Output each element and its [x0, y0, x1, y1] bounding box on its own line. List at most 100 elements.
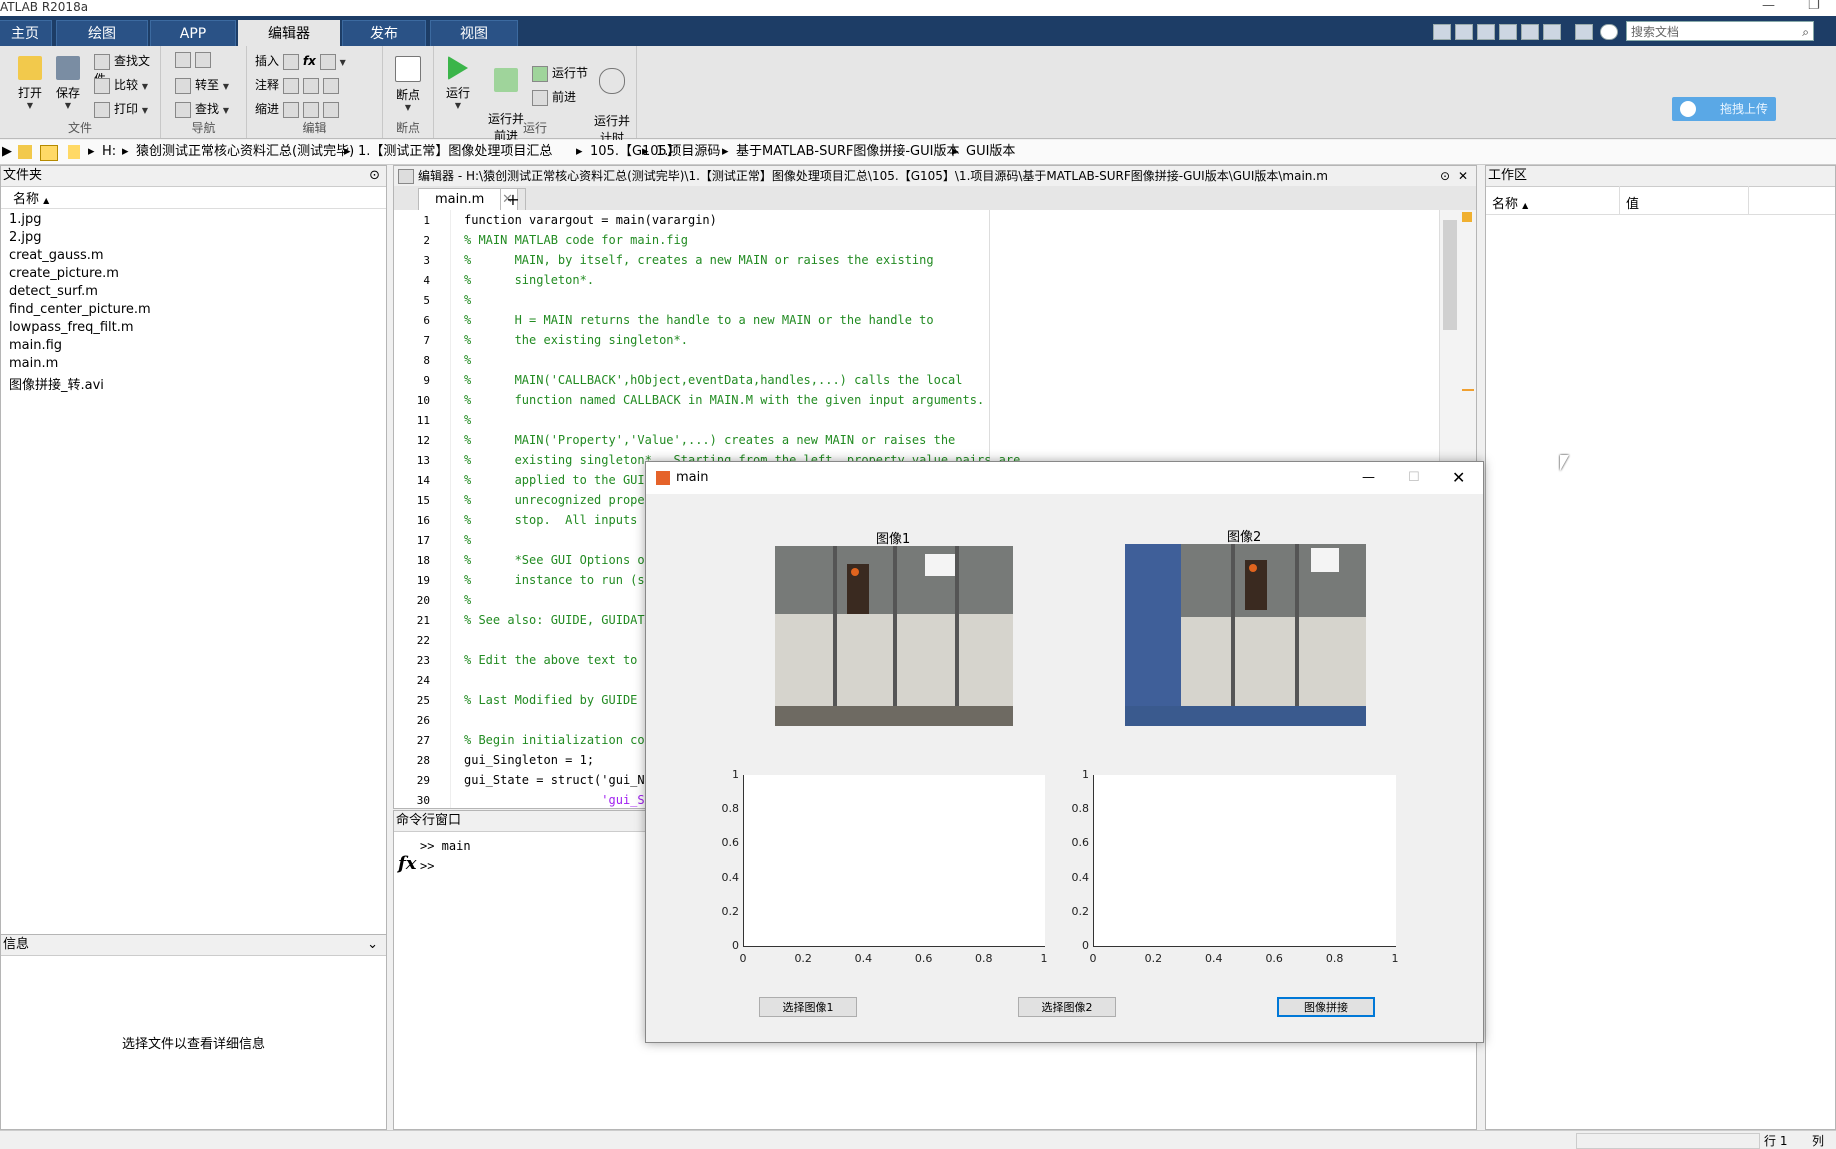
- path-crumb[interactable]: GUI版本: [966, 140, 1015, 164]
- code-line[interactable]: % H = MAIN returns the handle to a new M…: [464, 313, 934, 327]
- file-item[interactable]: create_picture.m: [9, 266, 119, 281]
- code-line[interactable]: % instance to run (si: [464, 573, 652, 587]
- code-line[interactable]: %: [464, 533, 471, 547]
- command-prompt[interactable]: >>: [420, 859, 434, 873]
- code-line[interactable]: % function named CALLBACK in MAIN.M with…: [464, 393, 984, 407]
- column-header-value[interactable]: 值: [1626, 193, 1639, 212]
- insert-button[interactable]: 插入 fx ▼: [255, 52, 346, 70]
- close-icon[interactable]: ✕: [1458, 166, 1468, 186]
- file-item[interactable]: 图像拼接_转.avi: [9, 374, 104, 393]
- run-section-icon: [532, 65, 548, 82]
- goto-button[interactable]: 转至 ▼: [175, 76, 229, 94]
- help-icon[interactable]: [1600, 24, 1618, 40]
- select-image1-button[interactable]: 选择图像1: [759, 997, 857, 1017]
- code-line[interactable]: function varargout = main(varargin): [464, 213, 717, 227]
- cut-icon[interactable]: [1455, 24, 1473, 40]
- code-line[interactable]: % Begin initialization cod: [464, 733, 652, 747]
- comment-button[interactable]: 注释: [255, 76, 343, 94]
- open-button[interactable]: 打开 ▼: [12, 56, 48, 110]
- tab-apps[interactable]: APP: [150, 20, 236, 47]
- code-line[interactable]: % MAIN('CALLBACK',hObject,eventData,hand…: [464, 373, 963, 387]
- print-button[interactable]: 打印 ▼: [94, 100, 148, 118]
- file-item[interactable]: lowpass_freq_filt.m: [9, 320, 134, 335]
- minimize-icon[interactable]: —: [1362, 462, 1375, 494]
- scroll-thumb[interactable]: [1443, 220, 1457, 330]
- column-header-name[interactable]: 名称 ▲: [1492, 193, 1528, 212]
- file-item[interactable]: 2.jpg: [9, 230, 42, 245]
- code-line[interactable]: % Edit the above text to m: [464, 653, 652, 667]
- file-item[interactable]: main.fig: [9, 338, 62, 353]
- line-number: 1: [423, 214, 430, 227]
- code-line[interactable]: % MAIN, by itself, creates a new MAIN or…: [464, 253, 934, 267]
- browse-folder-icon[interactable]: [40, 145, 58, 161]
- run-section-button[interactable]: 运行节: [532, 64, 588, 82]
- file-item[interactable]: find_center_picture.m: [9, 302, 151, 317]
- select-image2-button[interactable]: 选择图像2: [1018, 997, 1116, 1017]
- file-item[interactable]: detect_surf.m: [9, 284, 98, 299]
- pane-menu-icon[interactable]: ⊙: [369, 166, 380, 186]
- fx-icon[interactable]: fx: [398, 853, 416, 874]
- chevron-down-icon[interactable]: ⌄: [367, 935, 378, 955]
- code-line[interactable]: % MAIN MATLAB code for main.fig: [464, 233, 688, 247]
- code-line[interactable]: %: [464, 413, 471, 427]
- compare-button[interactable]: 比较 ▼: [94, 76, 148, 94]
- indent-button[interactable]: 缩进: [255, 100, 343, 118]
- code-line[interactable]: % the existing singleton*.: [464, 333, 688, 347]
- path-crumb[interactable]: 猿创测试正常核心资料汇总(测试完毕): [136, 140, 354, 164]
- back-forward-icon[interactable]: [175, 52, 215, 68]
- code-line[interactable]: % Last Modified by GUIDE v: [464, 693, 652, 707]
- switch-windows-icon[interactable]: [1575, 24, 1593, 40]
- code-line[interactable]: gui_Singleton = 1;: [464, 753, 594, 767]
- column-header-name[interactable]: 名称 ▲: [13, 188, 49, 207]
- code-line[interactable]: % *See GUI Options on: [464, 553, 652, 567]
- copy-icon[interactable]: [1477, 24, 1495, 40]
- breakpoints-button[interactable]: 断点 ▼: [387, 56, 429, 112]
- fx-icon[interactable]: fx: [303, 54, 316, 68]
- find-button[interactable]: 查找 ▼: [175, 100, 229, 118]
- path-crumb[interactable]: 基于MATLAB-SURF图像拼接-GUI版本: [736, 140, 959, 164]
- back-icon[interactable]: ▶: [2, 140, 12, 164]
- file-item[interactable]: 1.jpg: [9, 212, 42, 227]
- tab-publish[interactable]: 发布: [342, 20, 426, 47]
- code-line[interactable]: %: [464, 593, 471, 607]
- stitch-image-button[interactable]: 图像拼接: [1277, 997, 1375, 1017]
- pane-menu-icon[interactable]: ⊙: [1440, 166, 1450, 186]
- code-line[interactable]: % MAIN('Property','Value',...) creates a…: [464, 433, 955, 447]
- path-crumb[interactable]: 1.【测试正常】图像处理项目汇总: [358, 140, 552, 164]
- advance-button[interactable]: 前进: [532, 88, 576, 106]
- tab-home[interactable]: 主页: [0, 20, 52, 47]
- drag-upload-button[interactable]: 拖拽上传: [1672, 97, 1776, 121]
- restore-icon[interactable]: ❐: [1808, 0, 1820, 13]
- close-icon[interactable]: ✕: [1452, 462, 1465, 494]
- paste-icon[interactable]: [1499, 24, 1517, 40]
- tab-plots[interactable]: 绘图: [56, 20, 148, 47]
- search-docs-input[interactable]: 搜索文档 ⌕: [1626, 21, 1814, 41]
- run-button[interactable]: 运行 ▼: [438, 56, 478, 110]
- save-icon[interactable]: [1433, 24, 1451, 40]
- code-line[interactable]: % stop. All inputs a: [464, 513, 652, 527]
- maximize-icon[interactable]: ☐: [1408, 462, 1420, 494]
- path-crumb[interactable]: H:: [102, 140, 116, 164]
- minimize-icon[interactable]: —: [1762, 0, 1775, 13]
- code-line[interactable]: %: [464, 293, 471, 307]
- up-folder-icon[interactable]: [18, 145, 32, 159]
- redo-icon[interactable]: [1543, 24, 1561, 40]
- code-line[interactable]: % See also: GUIDE, GUIDATA: [464, 613, 652, 627]
- image1-title: 图像1: [876, 532, 911, 547]
- code-line[interactable]: %: [464, 353, 471, 367]
- new-tab-button[interactable]: +: [500, 188, 526, 212]
- file-item[interactable]: main.m: [9, 356, 58, 371]
- search-icon[interactable]: ⌕: [1802, 22, 1809, 42]
- undo-icon[interactable]: [1521, 24, 1539, 40]
- file-item[interactable]: creat_gauss.m: [9, 248, 104, 263]
- code-line[interactable]: gui_State = struct('gui_Na: [464, 773, 652, 787]
- save-button[interactable]: 保存 ▼: [50, 56, 86, 110]
- path-crumb[interactable]: 1.项目源码: [656, 140, 720, 164]
- code-line[interactable]: % unrecognized proper: [464, 493, 652, 507]
- code-line[interactable]: 'gui_Si: [464, 793, 652, 807]
- tab-editor[interactable]: 编辑器: [238, 20, 340, 47]
- tab-view[interactable]: 视图: [430, 20, 518, 47]
- code-line[interactable]: % singleton*.: [464, 273, 594, 287]
- code-line[interactable]: % applied to the GUI: [464, 473, 645, 487]
- x-tick-label: 0: [1089, 952, 1097, 965]
